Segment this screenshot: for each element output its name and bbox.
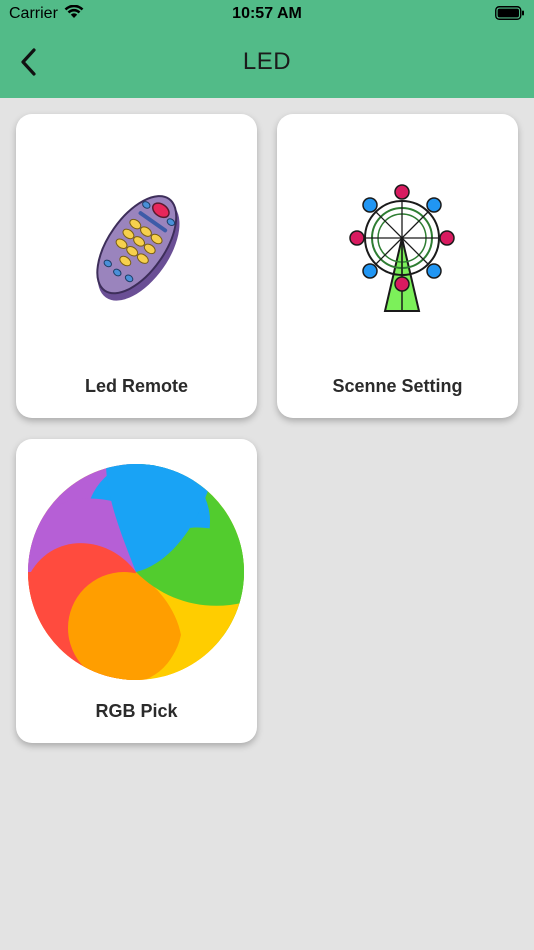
navigation-bar: LED [0,28,534,98]
rgb-pick-card[interactable]: RGB Pick [16,439,257,743]
card-label: Led Remote [84,376,189,396]
battery-icon [495,6,525,25]
ferris-wheel-icon [347,180,457,319]
led-remote-card[interactable]: Led Remote [16,114,257,418]
color-wheel-icon [28,463,244,686]
card-label: RGB Pick [95,701,178,721]
card-label: Scenne Setting [332,376,463,396]
scene-setting-card[interactable]: Scenne Setting [277,114,518,418]
remote-control-icon [84,182,194,313]
app-header: Carrier 10:57 AM LED [0,0,534,98]
page-title: LED [242,48,292,75]
status-bar: Carrier 10:57 AM [0,0,534,28]
status-time: 10:57 AM [232,5,302,22]
